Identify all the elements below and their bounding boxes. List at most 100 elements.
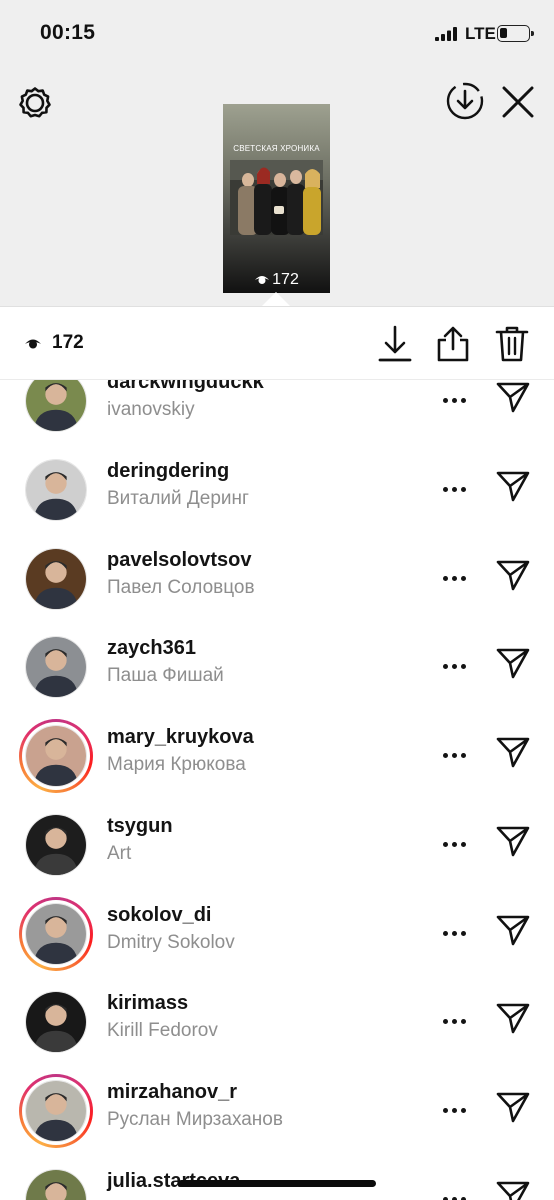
save-story-button[interactable] (444, 80, 486, 122)
avatar-image (25, 1169, 87, 1200)
avatar[interactable] (19, 453, 93, 527)
eye-icon (25, 339, 41, 349)
viewers-list[interactable]: darckwingduckk ivanovskiy deringdering Вита… (0, 380, 554, 1200)
more-options-button[interactable] (439, 1009, 469, 1033)
more-dot (442, 841, 448, 847)
more-dot (451, 1018, 457, 1024)
viewer-row[interactable]: kirimass Kirill Fedorov (0, 985, 554, 1074)
close-button[interactable] (498, 82, 538, 122)
avatar-image (25, 459, 87, 521)
status-time: 00:15 (40, 21, 96, 44)
more-dot (451, 1196, 457, 1200)
more-dot (451, 752, 457, 758)
avatar[interactable] (19, 897, 93, 971)
download-circle-icon (446, 82, 484, 120)
viewer-username[interactable]: kirimass (107, 992, 188, 1015)
send-message-button[interactable] (494, 467, 532, 505)
more-options-button[interactable] (439, 566, 469, 590)
home-indicator[interactable] (178, 1180, 376, 1187)
viewer-fullname: Руслан Мирзаханов (107, 1109, 283, 1130)
story-thumbnail-caption: СВЕТСКАЯ ХРОНИКА (233, 144, 320, 153)
trash-icon (495, 326, 529, 362)
avatar[interactable] (19, 630, 93, 704)
send-message-button[interactable] (494, 1088, 532, 1126)
viewer-row[interactable]: mary_kruykova Мария Крюкова (0, 719, 554, 808)
more-dot (451, 663, 457, 669)
viewer-row[interactable]: pavelsolovtsov Павел Соловцов (0, 542, 554, 631)
viewer-fullname: Kirill Fedorov (107, 1020, 218, 1041)
more-options-button[interactable] (439, 1187, 469, 1200)
viewer-row[interactable]: sokolov_di Dmitry Sokolov (0, 897, 554, 986)
settings-button[interactable] (16, 84, 54, 122)
more-options-button[interactable] (439, 388, 469, 412)
viewers-toolbar: 172 (0, 306, 554, 380)
avatar-photo (26, 992, 86, 1052)
avatar[interactable] (19, 1163, 93, 1200)
avatar-photo (26, 1081, 86, 1141)
avatar-photo (26, 380, 86, 431)
more-options-button[interactable] (439, 477, 469, 501)
more-dot (442, 486, 448, 492)
more-dot (451, 930, 457, 936)
send-message-button[interactable] (494, 556, 532, 594)
paper-plane-icon (496, 915, 530, 946)
more-dot (442, 397, 448, 403)
avatar[interactable] (19, 1074, 93, 1148)
viewer-row[interactable]: darckwingduckk ivanovskiy (0, 380, 554, 453)
viewer-username[interactable]: zaych361 (107, 637, 196, 660)
send-message-button[interactable] (494, 1177, 532, 1200)
avatar[interactable] (19, 985, 93, 1059)
more-options-button[interactable] (439, 743, 469, 767)
viewer-fullname: Art (107, 843, 132, 864)
send-message-button[interactable] (494, 380, 532, 416)
share-button[interactable] (435, 325, 471, 363)
avatar[interactable] (19, 719, 93, 793)
viewer-row[interactable]: mirzahanov_r Руслан Мирзаханов (0, 1074, 554, 1163)
send-message-button[interactable] (494, 822, 532, 860)
viewer-row[interactable]: zaych361 Паша Фишай (0, 630, 554, 719)
paper-plane-icon (496, 560, 530, 591)
more-dot (442, 1196, 448, 1200)
more-dot (460, 663, 466, 669)
more-dot (442, 1107, 448, 1113)
viewer-username[interactable]: darckwingduckk (107, 380, 264, 394)
avatar[interactable] (19, 380, 93, 438)
viewer-row[interactable]: tsygun Art (0, 808, 554, 897)
viewer-fullname: Павел Соловцов (107, 577, 255, 598)
more-dot (460, 841, 466, 847)
viewer-username[interactable]: sokolov_di (107, 904, 211, 927)
avatar-image (25, 548, 87, 610)
viewer-row[interactable]: deringdering Виталий Деринг (0, 453, 554, 542)
viewer-username[interactable]: mary_kruykova (107, 726, 254, 749)
send-message-button[interactable] (494, 911, 532, 949)
avatar-photo (26, 904, 86, 964)
send-message-button[interactable] (494, 999, 532, 1037)
viewer-username[interactable]: tsygun (107, 815, 173, 838)
story-preview-header: СВЕТСКАЯ ХРОНИКА 172 (0, 70, 554, 306)
more-options-button[interactable] (439, 654, 469, 678)
avatar[interactable] (19, 808, 93, 882)
story-thumbnail[interactable]: СВЕТСКАЯ ХРОНИКА 172 (223, 104, 330, 293)
more-dot (460, 1107, 466, 1113)
send-message-button[interactable] (494, 733, 532, 771)
avatar[interactable] (19, 542, 93, 616)
more-dot (460, 486, 466, 492)
eye-icon (255, 276, 270, 284)
more-dot (442, 575, 448, 581)
story-thumbnail-photo (230, 160, 323, 235)
more-dot (451, 841, 457, 847)
viewer-username[interactable]: mirzahanov_r (107, 1081, 237, 1104)
download-icon (378, 325, 412, 362)
viewer-username[interactable]: pavelsolovtsov (107, 549, 252, 572)
viewer-username[interactable]: deringdering (107, 460, 229, 483)
battery-icon (497, 25, 534, 42)
more-options-button[interactable] (439, 1098, 469, 1122)
more-options-button[interactable] (439, 921, 469, 945)
avatar-photo (26, 549, 86, 609)
send-message-button[interactable] (494, 644, 532, 682)
more-options-button[interactable] (439, 832, 469, 856)
delete-button[interactable] (494, 325, 530, 363)
more-dot (442, 752, 448, 758)
avatar-image (25, 380, 87, 432)
download-button[interactable] (377, 325, 413, 363)
